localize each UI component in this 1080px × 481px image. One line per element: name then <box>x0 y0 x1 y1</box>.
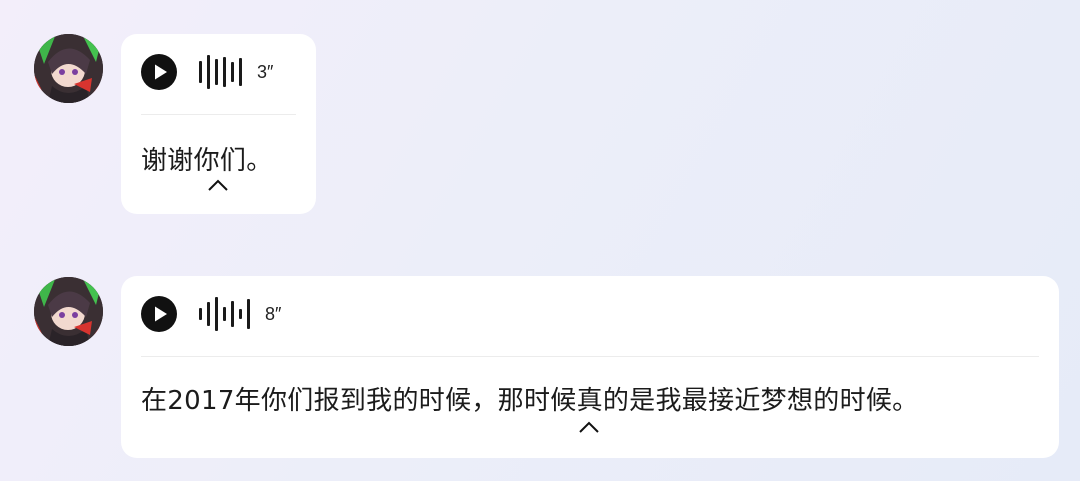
play-icon[interactable] <box>141 54 177 90</box>
voice-player: 3″ <box>141 54 273 90</box>
waveform-bar <box>239 309 242 319</box>
avatar-image <box>34 277 103 346</box>
chevron-up-icon[interactable] <box>207 178 229 192</box>
waveform-bar <box>199 308 202 320</box>
waveform-bar <box>223 57 226 87</box>
message-bubble: 8″ 在2017年你们报到我的时候，那时候真的是我最接近梦想的时候。 <box>121 276 1059 458</box>
waveform <box>199 54 247 90</box>
avatar-image <box>34 34 103 103</box>
avatar[interactable] <box>34 34 103 103</box>
duration-label: 3″ <box>257 61 274 82</box>
waveform-bar <box>215 297 218 331</box>
waveform-bar <box>247 299 250 329</box>
avatar[interactable] <box>34 277 103 346</box>
play-icon[interactable] <box>141 296 177 332</box>
voice-player: 8″ <box>141 296 281 332</box>
transcript-text: 在2017年你们报到我的时候，那时候真的是我最接近梦想的时候。 <box>141 386 919 416</box>
waveform-bar <box>223 307 226 321</box>
waveform-bar <box>239 58 242 86</box>
waveform-bar <box>199 61 202 83</box>
waveform-bar <box>231 301 234 327</box>
waveform-bar <box>215 59 218 85</box>
waveform <box>199 296 255 332</box>
message-bubble: 3″ 谢谢你们。 <box>121 34 316 214</box>
chevron-up-icon[interactable] <box>578 420 600 434</box>
transcript-text: 谢谢你们。 <box>141 146 273 176</box>
divider <box>141 114 296 115</box>
waveform-bar <box>207 302 210 326</box>
divider <box>141 356 1039 357</box>
duration-label: 8″ <box>265 303 282 324</box>
waveform-bar <box>231 62 234 82</box>
waveform-bar <box>207 55 210 89</box>
